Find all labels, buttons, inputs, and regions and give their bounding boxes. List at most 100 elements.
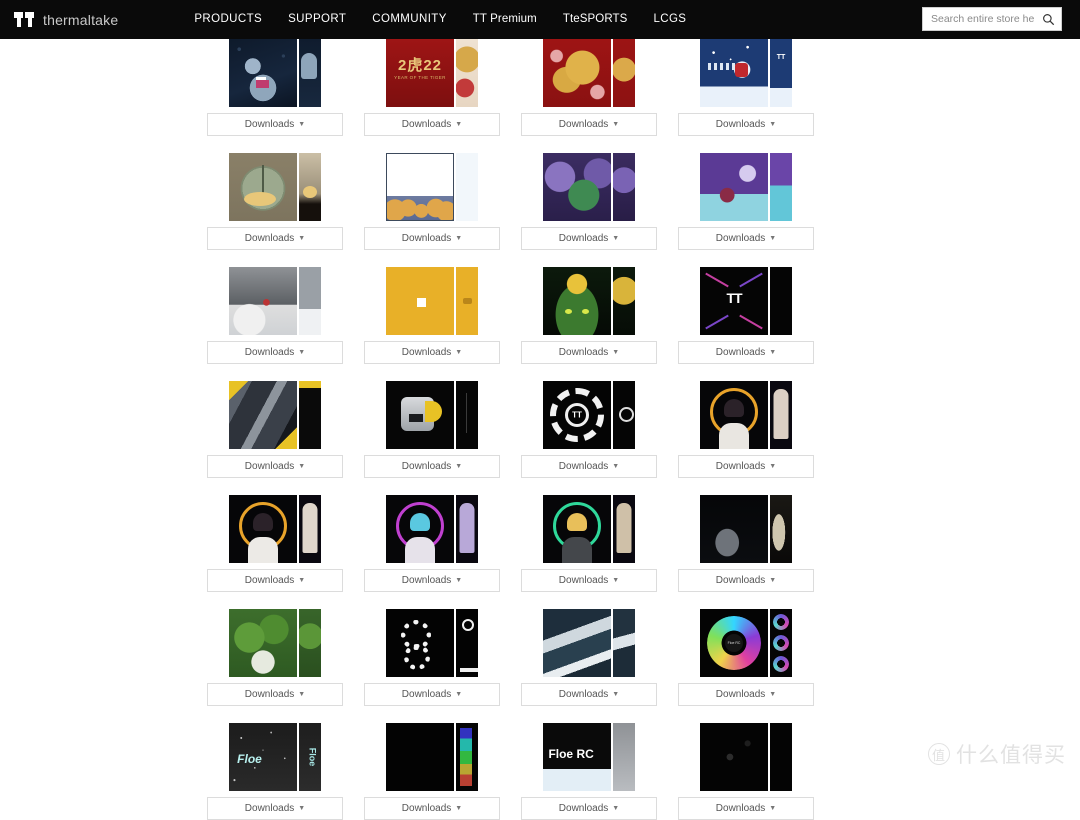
downloads-button[interactable]: Downloads ▼ (207, 227, 343, 250)
thumbnail[interactable]: Floe RC (521, 723, 657, 791)
wallpaper-card[interactable]: Downloads ▼ (678, 381, 814, 478)
downloads-button[interactable]: Downloads ▼ (207, 341, 343, 364)
wallpaper-card[interactable]: Downloads ▼ (678, 723, 814, 820)
nav-item-lcgs[interactable]: LCGS (640, 0, 699, 39)
wallpaper-card[interactable]: Downloads ▼ (207, 609, 343, 706)
wallpaper-card[interactable]: TT Downloads ▼ (678, 39, 814, 136)
thumbnail[interactable] (678, 495, 814, 563)
wallpaper-card[interactable]: Floe RC Downloads ▼ (678, 609, 814, 706)
thumbnail[interactable] (364, 609, 500, 677)
wallpaper-card[interactable]: Floe RC Downloads ▼ (521, 723, 657, 820)
thumbnail[interactable] (207, 609, 343, 677)
wallpaper-card[interactable]: 2虎22 YEAR OF THE TIGER Downloads ▼ (364, 39, 500, 136)
downloads-button[interactable]: Downloads ▼ (678, 227, 814, 250)
wallpaper-card[interactable]: TT Downloads ▼ (521, 381, 657, 478)
thumbnail[interactable] (207, 381, 343, 449)
thumb-art-tiger-portrait (613, 39, 635, 107)
thumbnail[interactable]: TT (521, 381, 657, 449)
thumbnail[interactable]: Floe Floe (207, 723, 343, 791)
wallpaper-card[interactable]: Downloads ▼ (678, 153, 814, 250)
thumbnail[interactable]: 2虎22 YEAR OF THE TIGER (364, 39, 500, 107)
downloads-button[interactable]: Downloads ▼ (521, 227, 657, 250)
downloads-button[interactable]: Downloads ▼ (521, 113, 657, 136)
thumbnail[interactable] (207, 39, 343, 107)
wallpaper-card[interactable]: Downloads ▼ (678, 495, 814, 592)
downloads-button[interactable]: Downloads ▼ (678, 797, 814, 820)
thumbnail[interactable] (521, 153, 657, 221)
downloads-button[interactable]: Downloads ▼ (207, 569, 343, 592)
wallpaper-card[interactable]: Downloads ▼ (364, 723, 500, 820)
wallpaper-card[interactable]: Downloads ▼ (207, 153, 343, 250)
thumbnail[interactable] (678, 381, 814, 449)
thumbnail[interactable] (207, 153, 343, 221)
wallpaper-card[interactable]: Downloads ▼ (521, 495, 657, 592)
downloads-button[interactable]: Downloads ▼ (207, 683, 343, 706)
downloads-button[interactable]: Downloads ▼ (678, 683, 814, 706)
nav-item-products[interactable]: PRODUCTS (181, 0, 275, 39)
thumbnail[interactable] (678, 723, 814, 791)
downloads-button[interactable]: Downloads ▼ (364, 797, 500, 820)
search-box[interactable] (922, 7, 1062, 31)
thumbnail[interactable] (678, 153, 814, 221)
wallpaper-card[interactable]: Downloads ▼ (521, 267, 657, 364)
thumbnail[interactable] (364, 267, 500, 335)
search-icon[interactable] (1042, 13, 1055, 26)
thumbnail[interactable] (521, 267, 657, 335)
downloads-button[interactable]: Downloads ▼ (364, 113, 500, 136)
wallpaper-card[interactable]: Downloads ▼ (364, 609, 500, 706)
downloads-button[interactable]: Downloads ▼ (678, 113, 814, 136)
thumbnail[interactable] (364, 381, 500, 449)
downloads-button[interactable]: Downloads ▼ (207, 455, 343, 478)
rgb-hub-label: Floe RC (725, 634, 743, 652)
downloads-button[interactable]: Downloads ▼ (207, 113, 343, 136)
thumbnail[interactable] (207, 495, 343, 563)
downloads-button[interactable]: Downloads ▼ (207, 797, 343, 820)
downloads-button[interactable]: Downloads ▼ (521, 341, 657, 364)
brand-logo[interactable]: thermaltake (14, 12, 118, 28)
wallpaper-card[interactable]: Downloads ▼ (207, 495, 343, 592)
wallpaper-card[interactable]: Floe Floe Downloads ▼ (207, 723, 343, 820)
thumbnail[interactable]: Floe RC (678, 609, 814, 677)
wallpaper-card[interactable]: Downloads ▼ (521, 39, 657, 136)
thumbnail[interactable]: TT (678, 267, 814, 335)
wallpaper-card[interactable]: Downloads ▼ (364, 495, 500, 592)
chevron-down-icon: ▼ (455, 691, 462, 698)
downloads-button[interactable]: Downloads ▼ (364, 569, 500, 592)
thumbnail[interactable]: TT (678, 39, 814, 107)
thumb-art-black (386, 723, 454, 791)
wallpaper-card[interactable]: Downloads ▼ (521, 153, 657, 250)
downloads-button[interactable]: Downloads ▼ (678, 455, 814, 478)
thumbnail[interactable] (364, 723, 500, 791)
wallpaper-card[interactable]: Downloads ▼ (521, 609, 657, 706)
nav-item-tt-premium[interactable]: TT Premium (460, 0, 550, 39)
downloads-button[interactable]: Downloads ▼ (521, 569, 657, 592)
downloads-button[interactable]: Downloads ▼ (678, 569, 814, 592)
downloads-button[interactable]: Downloads ▼ (364, 683, 500, 706)
wallpaper-card[interactable]: Downloads ▼ (364, 381, 500, 478)
wallpaper-card[interactable]: Downloads ▼ (207, 39, 343, 136)
downloads-button[interactable]: Downloads ▼ (521, 797, 657, 820)
thumbnail[interactable] (521, 39, 657, 107)
downloads-button[interactable]: Downloads ▼ (521, 683, 657, 706)
downloads-button[interactable]: Downloads ▼ (521, 455, 657, 478)
thumbnail[interactable] (207, 267, 343, 335)
grid-row: Floe Floe Downloads ▼ Downloads ▼ (207, 723, 1080, 820)
thumbnail[interactable] (364, 153, 500, 221)
downloads-label: Downloads (245, 461, 294, 472)
downloads-button[interactable]: Downloads ▼ (364, 341, 500, 364)
nav-item-ttesports[interactable]: TteSPORTS (550, 0, 641, 39)
downloads-button[interactable]: Downloads ▼ (678, 341, 814, 364)
downloads-button[interactable]: Downloads ▼ (364, 455, 500, 478)
wallpaper-card[interactable]: Downloads ▼ (207, 381, 343, 478)
search-input[interactable] (929, 12, 1042, 26)
wallpaper-card[interactable]: TT Downloads ▼ (678, 267, 814, 364)
wallpaper-card[interactable]: Downloads ▼ (364, 267, 500, 364)
downloads-button[interactable]: Downloads ▼ (364, 227, 500, 250)
thumbnail[interactable] (521, 609, 657, 677)
wallpaper-card[interactable]: Downloads ▼ (207, 267, 343, 364)
nav-item-support[interactable]: SUPPORT (275, 0, 359, 39)
nav-item-community[interactable]: COMMUNITY (359, 0, 460, 39)
thumbnail[interactable] (364, 495, 500, 563)
wallpaper-card[interactable]: Downloads ▼ (364, 153, 500, 250)
thumbnail[interactable] (521, 495, 657, 563)
